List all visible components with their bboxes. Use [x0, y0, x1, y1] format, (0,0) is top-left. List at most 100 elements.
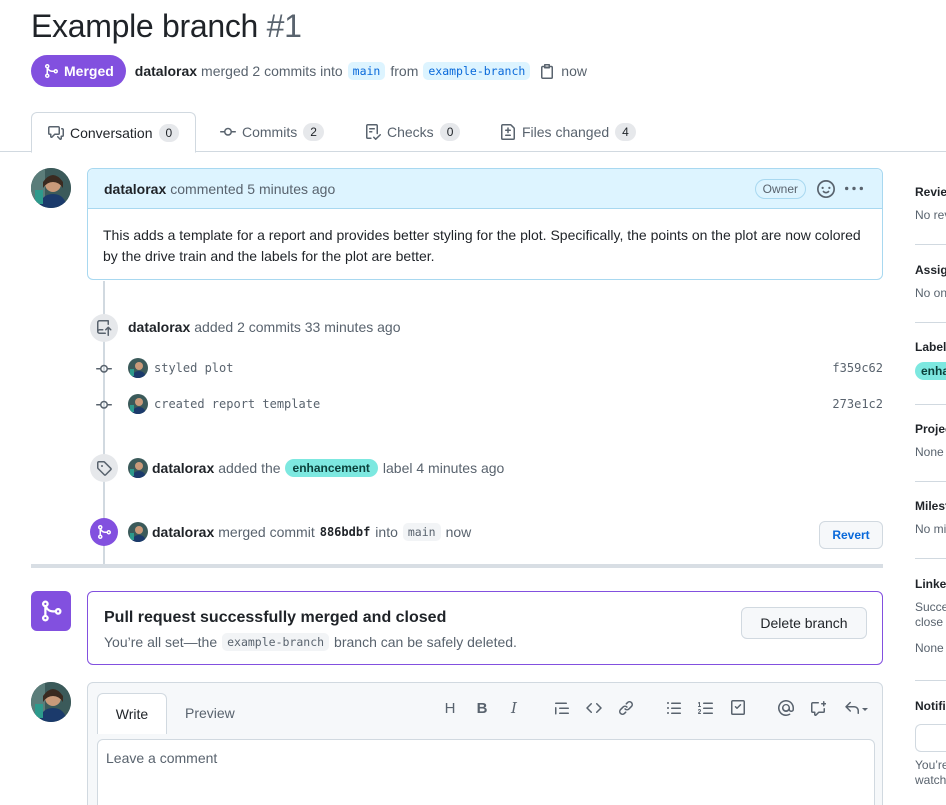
base-branch[interactable]: main: [347, 62, 386, 80]
unordered-list-icon[interactable]: [664, 698, 684, 718]
italic-icon[interactable]: I: [504, 698, 524, 718]
sidebar-divider: [915, 481, 946, 482]
tag-icon: [97, 461, 112, 476]
tab-conversation-count: 0: [158, 123, 180, 142]
file-diff-icon: [501, 124, 515, 140]
comment-icon: [48, 125, 64, 140]
tab-write[interactable]: Write: [97, 693, 167, 734]
timeline-badge: [90, 314, 118, 342]
sidebar-projects-heading[interactable]: Projects: [915, 422, 946, 436]
mention-icon[interactable]: [776, 698, 796, 718]
sidebar-notifications-text-2: watching: [915, 773, 946, 787]
avatar[interactable]: [128, 458, 148, 478]
git-merge-icon: [42, 600, 62, 622]
subscribe-button[interactable]: [915, 724, 946, 752]
tab-checks[interactable]: Checks 0: [365, 112, 461, 152]
sidebar-projects-value: None: [915, 445, 944, 459]
label-enhancement[interactable]: enhancement: [284, 459, 378, 477]
tab-files-changed-count: 4: [615, 123, 636, 141]
sidebar-notifications-text: You’re receiving watching: [915, 758, 946, 787]
sidebar-divider: [915, 322, 946, 323]
sidebar-divider: [915, 680, 946, 681]
comment-meta[interactable]: commented 5 minutes ago: [170, 181, 335, 197]
commits-event-author[interactable]: datalorax: [128, 319, 190, 335]
commits-event-text: added 2 commits 33 minutes ago: [194, 319, 401, 335]
head-branch[interactable]: example-branch: [423, 62, 531, 80]
sidebar-milestone-heading[interactable]: Milestone: [915, 499, 946, 513]
smiley-icon[interactable]: [817, 180, 835, 198]
cross-reference-icon[interactable]: [808, 698, 828, 718]
code-icon[interactable]: [584, 698, 604, 718]
commits-event: datalorax added 2 commits 33 minutes ago: [128, 319, 400, 335]
sidebar-reviewers-value: No reviews: [915, 208, 946, 222]
merged-subtext: You’re all set—the example-branch branch…: [104, 633, 517, 651]
avatar[interactable]: [128, 394, 148, 414]
avatar[interactable]: [31, 168, 71, 208]
copy-icon[interactable]: [539, 63, 555, 79]
commit-sha[interactable]: 273e1c2: [832, 397, 883, 411]
delete-branch-button[interactable]: Delete branch: [741, 607, 867, 639]
bold-icon[interactable]: B: [472, 698, 492, 718]
ordered-list-icon[interactable]: [696, 698, 716, 718]
pr-subheader: Merged datalorax merged 2 commits into m…: [31, 55, 587, 87]
sidebar-reviewers-heading[interactable]: Reviewers: [915, 185, 946, 199]
sidebar-linked-heading[interactable]: Linked issues: [915, 577, 946, 591]
merge-event-into: into: [375, 524, 398, 540]
sidebar-assignees: Assignees No one: [915, 263, 946, 300]
tab-preview[interactable]: Preview: [185, 693, 235, 733]
commit-message[interactable]: created report template: [154, 397, 320, 411]
label-event-author[interactable]: datalorax: [152, 460, 214, 476]
sidebar-reviewers: Reviewers No reviews: [915, 185, 946, 222]
git-merge-icon: [98, 525, 112, 539]
tab-commits[interactable]: Commits 2: [220, 112, 324, 152]
revert-button[interactable]: Revert: [819, 521, 883, 549]
link-icon[interactable]: [616, 698, 636, 718]
commit-icon: [96, 364, 112, 373]
heading-icon[interactable]: H: [440, 698, 460, 718]
tab-checks-label: Checks: [387, 124, 434, 140]
quote-icon[interactable]: [552, 698, 572, 718]
pr-tabs: Conversation 0 Commits 2 Checks 0 Files …: [0, 112, 946, 153]
saved-replies-icon[interactable]: [840, 698, 872, 718]
merge-event-branch[interactable]: main: [402, 523, 441, 541]
author-link[interactable]: datalorax: [135, 63, 197, 79]
tab-conversation-label: Conversation: [70, 124, 153, 141]
avatar[interactable]: [128, 358, 148, 378]
merged-text-after: branch can be safely deleted.: [334, 634, 517, 650]
merge-commit-sha[interactable]: 886bdbf: [320, 525, 371, 539]
repo-push-icon: [97, 320, 112, 336]
sidebar-assignees-heading[interactable]: Assignees: [915, 263, 946, 277]
timeline-badge: [90, 454, 118, 482]
kebab-icon[interactable]: [845, 180, 863, 198]
sidebar-labels-heading[interactable]: Labels: [915, 340, 946, 354]
sidebar-labels: Labels enhancement: [915, 340, 946, 380]
sidebar-linked-text-1: Successfully merging: [915, 600, 946, 614]
comment-box: datalorax commented 5 minutes ago Owner …: [87, 168, 883, 280]
label-event-time: label 4 minutes ago: [382, 460, 505, 476]
tab-commits-count: 2: [303, 123, 324, 141]
sidebar-notifications: Notifications: [915, 699, 946, 713]
tab-files-changed-label: Files changed: [522, 124, 610, 140]
commit-message[interactable]: styled plot: [154, 361, 233, 375]
commit-icon: [220, 127, 236, 136]
task-list-icon[interactable]: [728, 698, 748, 718]
timeline-separator: [31, 564, 883, 568]
merge-event-author[interactable]: datalorax: [152, 524, 214, 540]
comment-input[interactable]: Leave a comment: [97, 739, 875, 805]
avatar[interactable]: [128, 522, 148, 542]
commit-sha[interactable]: f359c62: [832, 361, 883, 375]
tab-files-changed[interactable]: Files changed 4: [500, 112, 636, 152]
merged-text-before: You’re all set—the: [104, 634, 218, 650]
git-merge-icon: [45, 64, 59, 78]
merged-branch[interactable]: example-branch: [222, 633, 330, 651]
sidebar-notifications-text-1: You’re receiving: [915, 758, 946, 772]
sidebar-divider: [915, 244, 946, 245]
comment-author[interactable]: datalorax: [104, 181, 166, 197]
tab-conversation[interactable]: Conversation 0: [31, 112, 197, 153]
sidebar-milestone-value: No milestone: [915, 522, 946, 536]
sidebar-linked-text-2: close these issues.: [915, 615, 946, 629]
avatar[interactable]: [31, 682, 71, 722]
sidebar-label-enhancement[interactable]: enhancement: [915, 362, 946, 380]
pr-number: #1: [266, 8, 302, 44]
merged-box: Pull request successfully merged and clo…: [87, 591, 883, 665]
